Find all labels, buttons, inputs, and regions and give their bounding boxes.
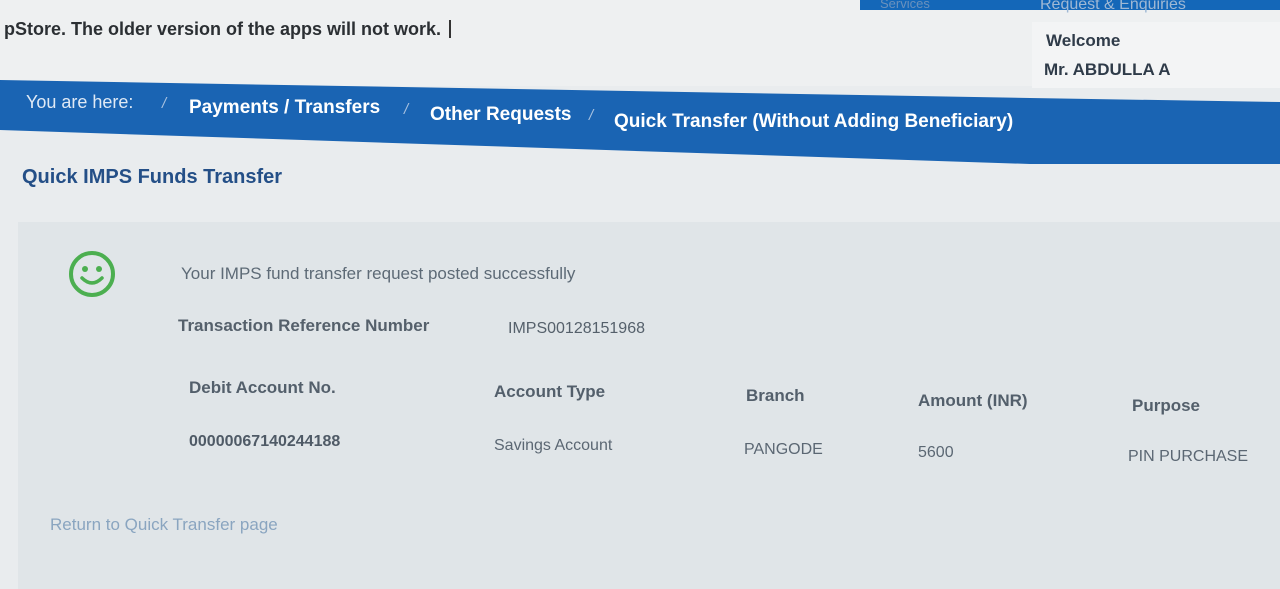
success-message: Your IMPS fund transfer request posted s… bbox=[181, 264, 576, 283]
request-enquiries-link[interactable]: Request & Enquiries bbox=[1040, 0, 1186, 14]
table-header-branch: Branch bbox=[746, 386, 805, 405]
services-tab[interactable]: Services bbox=[880, 0, 930, 11]
table-cell-purpose: PIN PURCHASE bbox=[1128, 448, 1249, 465]
breadcrumb-item-quick-transfer[interactable]: Quick Transfer (Without Adding Beneficia… bbox=[614, 111, 1013, 133]
welcome-label: Welcome bbox=[1046, 31, 1121, 50]
transaction-ref-value: IMPS00128151968 bbox=[508, 320, 645, 337]
smiley-face-icon bbox=[69, 251, 115, 297]
welcome-box: Welcome Mr. ABDULLA A bbox=[1032, 22, 1280, 88]
breadcrumb-item-payments-transfers[interactable]: Payments / Transfers bbox=[189, 97, 380, 119]
page-title: Quick IMPS Funds Transfer bbox=[22, 166, 283, 188]
text-caret bbox=[449, 20, 452, 38]
table-header-account-type: Account Type bbox=[494, 382, 606, 401]
breadcrumb-item-other-requests[interactable]: Other Requests bbox=[430, 104, 571, 126]
marquee-text: pStore. The older version of the apps wi… bbox=[4, 19, 442, 39]
return-to-quick-transfer-link[interactable]: Return to Quick Transfer page bbox=[50, 515, 278, 535]
breadcrumb-lead: You are here: bbox=[26, 92, 134, 112]
breadcrumb-separator: / bbox=[589, 107, 594, 124]
table-cell-branch: PANGODE bbox=[744, 441, 823, 458]
transaction-ref-label: Transaction Reference Number bbox=[178, 316, 430, 335]
breadcrumb-separator: / bbox=[404, 101, 409, 118]
table-header-amount: Amount (INR) bbox=[918, 391, 1028, 410]
table-header-purpose: Purpose bbox=[1132, 396, 1201, 415]
breadcrumb-separator: / bbox=[162, 95, 167, 112]
table-cell-debit-account: 00000067140244188 bbox=[189, 433, 341, 450]
user-name: Mr. ABDULLA A bbox=[1044, 60, 1171, 79]
page: Services Request & Enquiries pStore. The… bbox=[0, 0, 1280, 589]
table-cell-account-type: Savings Account bbox=[494, 437, 613, 454]
table-header-debit-account: Debit Account No. bbox=[189, 378, 336, 397]
announcement-marquee: pStore. The older version of the apps wi… bbox=[4, 19, 452, 40]
table-cell-amount: 5600 bbox=[918, 444, 954, 461]
